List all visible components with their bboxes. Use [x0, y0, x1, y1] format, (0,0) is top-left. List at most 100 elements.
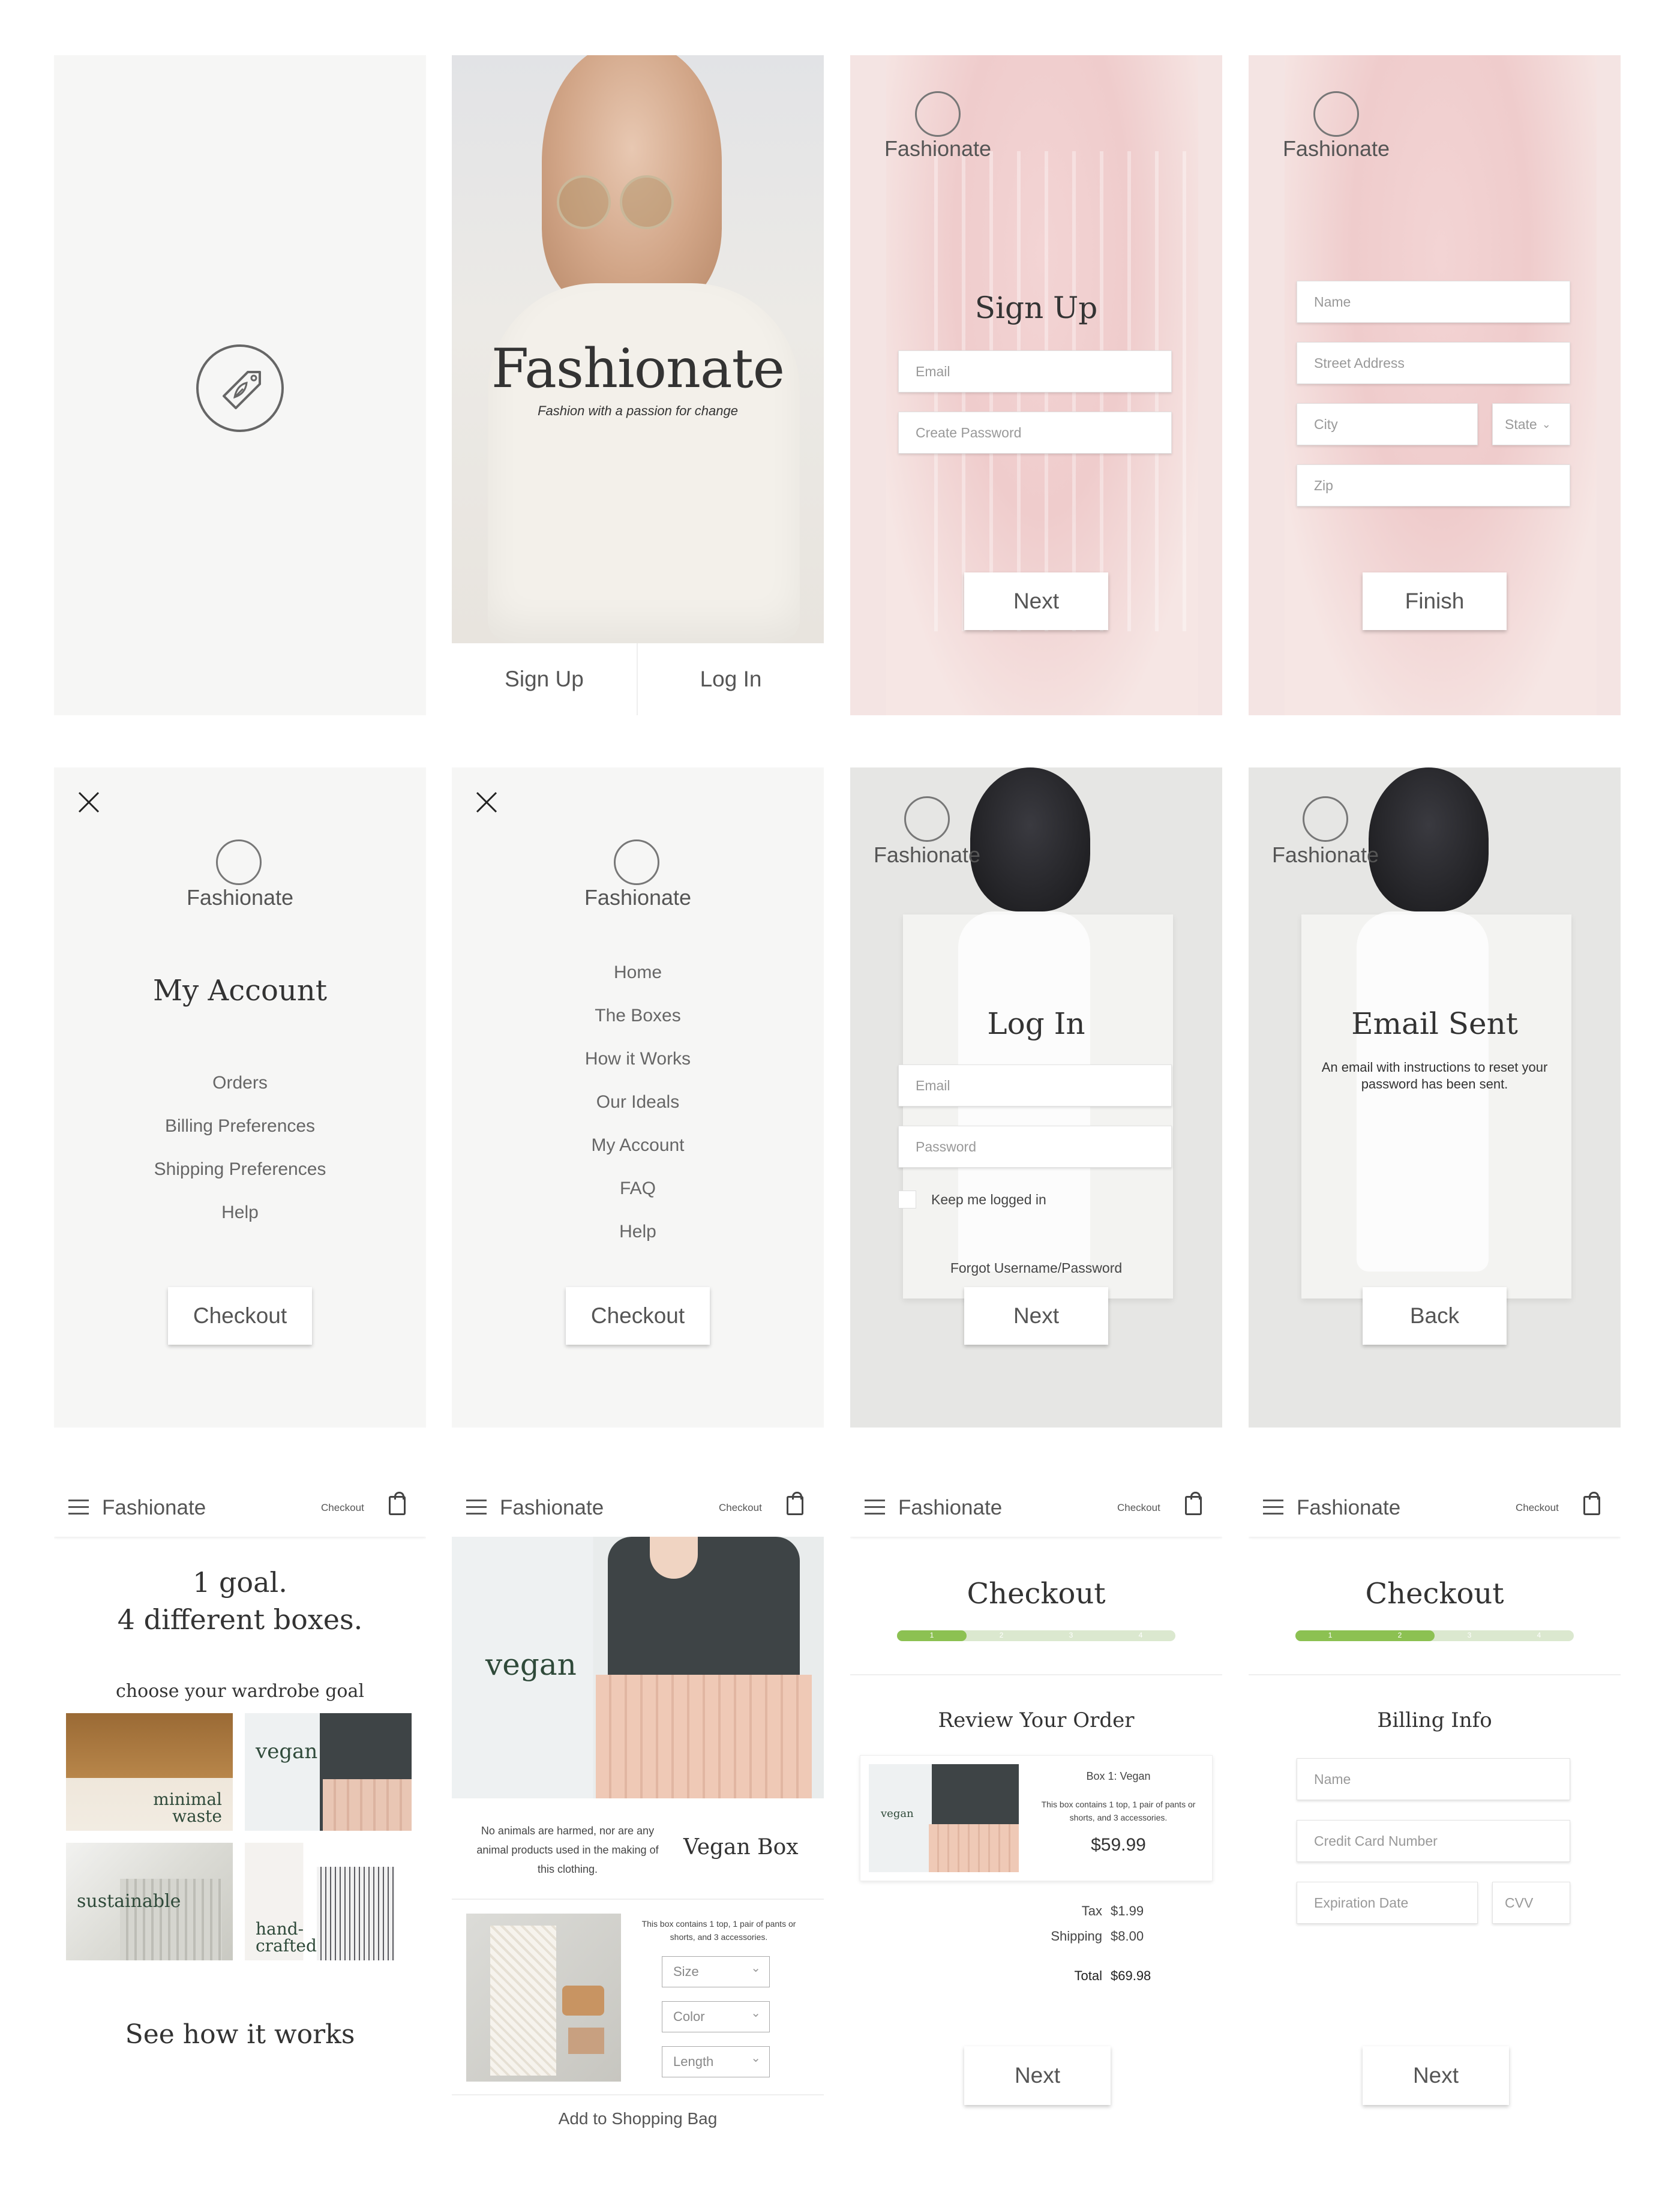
hamburger-menu-icon[interactable]	[1263, 1500, 1283, 1515]
menu-item-my-account[interactable]: My Account	[452, 1124, 824, 1167]
next-button[interactable]: Next	[964, 572, 1108, 630]
menu-item-help[interactable]: Help	[54, 1191, 426, 1234]
signup-screen: Fashionate Sign Up Email Create Password…	[850, 55, 1222, 715]
menu-item-billing[interactable]: Billing Preferences	[54, 1105, 426, 1148]
logo-icon	[904, 796, 950, 842]
box-contents-text: This box contains 1 top, 1 pair of pants…	[641, 1919, 796, 1942]
checkout-review-screen: Fashionate Checkout Checkout 1 2 3 4 Rev…	[850, 1479, 1222, 2139]
billing-section-title: Billing Info	[1377, 1708, 1492, 1732]
forgot-password-link[interactable]: Forgot Username/Password	[850, 1260, 1222, 1276]
add-to-bag-button[interactable]: Add to Shopping Bag	[452, 2109, 824, 2128]
tax-value: $1.99	[1111, 1903, 1144, 1918]
signup-link[interactable]: Sign Up	[452, 643, 638, 715]
headline-line-1: 1 goal.	[193, 1566, 287, 1599]
step-1: 1	[1328, 1631, 1333, 1639]
street-address-input[interactable]: Street Address	[1297, 342, 1570, 384]
shopping-bag-icon[interactable]	[787, 1492, 803, 1515]
logo-text: Fashionate	[186, 885, 294, 910]
login-link[interactable]: Log In	[638, 643, 824, 715]
logo-text: Fashionate	[1297, 1496, 1401, 1519]
state-label: State	[1505, 416, 1537, 432]
create-password-input[interactable]: Create Password	[898, 412, 1172, 454]
tile-vegan[interactable]: vegan	[245, 1713, 412, 1831]
checkout-button[interactable]: Checkout	[566, 1287, 710, 1345]
step-4: 4	[1537, 1631, 1541, 1639]
logo-text: Fashionate	[102, 1496, 206, 1519]
item-thumbnail: vegan	[869, 1764, 1019, 1872]
login-screen: Fashionate Log In Email Password Keep me…	[850, 767, 1222, 1428]
city-input[interactable]: City	[1297, 403, 1478, 445]
checkout-title: Checkout	[967, 1577, 1106, 1611]
logo-text: Fashionate	[584, 885, 692, 910]
item-name: Box 1: Vegan	[1086, 1770, 1151, 1782]
back-button[interactable]: Back	[1363, 1287, 1507, 1345]
brand-title: Fashionate	[491, 337, 785, 400]
address-screen: Fashionate Name Street Address City Stat…	[1249, 55, 1621, 715]
divider	[452, 1899, 824, 1900]
next-button[interactable]: Next	[1363, 2046, 1509, 2105]
tile-minimal-waste[interactable]: minimal waste	[66, 1713, 233, 1831]
zip-input[interactable]: Zip	[1297, 464, 1570, 506]
model-photo	[970, 767, 1090, 911]
login-title: Log In	[987, 1006, 1085, 1041]
menu-item-faq[interactable]: FAQ	[452, 1167, 824, 1210]
boxes-screen: Fashionate Checkout 1 goal. 4 different …	[54, 1479, 426, 2139]
menu-item-our-ideals[interactable]: Our Ideals	[452, 1081, 824, 1124]
main-menu-list: Home The Boxes How it Works Our Ideals M…	[452, 951, 824, 1254]
length-dropdown[interactable]: Length	[662, 2046, 770, 2077]
header-checkout-link[interactable]: Checkout	[321, 1502, 364, 1514]
menu-item-the-boxes[interactable]: The Boxes	[452, 994, 824, 1037]
close-icon[interactable]	[77, 790, 101, 814]
checkout-title: Checkout	[1365, 1577, 1504, 1611]
divider	[1249, 1674, 1621, 1675]
close-icon[interactable]	[475, 790, 499, 814]
expiration-date-input[interactable]: Expiration Date	[1297, 1882, 1478, 1924]
step-1: 1	[929, 1631, 934, 1639]
size-dropdown[interactable]: Size	[662, 1956, 770, 1987]
shopping-bag-icon[interactable]	[389, 1492, 406, 1515]
next-button[interactable]: Next	[964, 1287, 1108, 1345]
menu-item-help[interactable]: Help	[452, 1210, 824, 1254]
hero-label: vegan	[485, 1647, 577, 1682]
vegan-box-screen: Fashionate Checkout vegan No animals are…	[452, 1479, 824, 2139]
hamburger-menu-icon[interactable]	[68, 1500, 89, 1515]
order-item-card: vegan Box 1: Vegan This box contains 1 t…	[860, 1755, 1213, 1881]
tile-sustainable[interactable]: sustainable	[66, 1843, 233, 1960]
hamburger-menu-icon[interactable]	[865, 1500, 885, 1515]
shopping-bag-icon[interactable]	[1583, 1492, 1600, 1515]
cvv-input[interactable]: CVV	[1492, 1882, 1570, 1924]
credit-card-input[interactable]: Credit Card Number	[1297, 1820, 1570, 1862]
header-checkout-link[interactable]: Checkout	[1117, 1502, 1160, 1514]
chevron-down-icon: ⌄	[1541, 418, 1551, 430]
keep-logged-in-checkbox[interactable]	[898, 1191, 916, 1209]
menu-item-home[interactable]: Home	[452, 951, 824, 994]
password-input[interactable]: Password	[898, 1126, 1172, 1168]
email-input[interactable]: Email	[898, 1064, 1172, 1107]
see-how-it-works-link[interactable]: See how it works	[54, 2019, 426, 2050]
hamburger-menu-icon[interactable]	[466, 1500, 487, 1515]
vegan-box-title: Vegan Box	[683, 1835, 799, 1860]
menu-item-orders[interactable]: Orders	[54, 1061, 426, 1105]
item-price: $59.99	[1091, 1835, 1146, 1855]
header-checkout-link[interactable]: Checkout	[1516, 1502, 1559, 1514]
color-dropdown[interactable]: Color	[662, 2001, 770, 2032]
finish-button[interactable]: Finish	[1363, 572, 1507, 630]
header-checkout-link[interactable]: Checkout	[719, 1502, 762, 1514]
menu-item-how-it-works[interactable]: How it Works	[452, 1037, 824, 1081]
brand-tagline: Fashion with a passion for change	[538, 403, 738, 418]
email-input[interactable]: Email	[898, 350, 1172, 392]
progress-fill	[1295, 1630, 1435, 1641]
state-select[interactable]: State ⌄	[1492, 403, 1570, 445]
tile-hand-crafted[interactable]: hand-crafted	[245, 1843, 412, 1960]
name-input[interactable]: Name	[1297, 1758, 1570, 1800]
name-input[interactable]: Name	[1297, 281, 1570, 323]
next-button[interactable]: Next	[964, 2046, 1111, 2105]
logo-text: Fashionate	[898, 1496, 1003, 1519]
shopping-bag-icon[interactable]	[1185, 1492, 1202, 1515]
shipping-value: $8.00	[1111, 1929, 1144, 1944]
menu-item-shipping[interactable]: Shipping Preferences	[54, 1148, 426, 1191]
total-label: Total	[1074, 1968, 1102, 1983]
checkout-button[interactable]: Checkout	[168, 1287, 312, 1345]
account-menu-screen: Fashionate My Account Orders Billing Pre…	[54, 767, 426, 1428]
tile-label: sustainable	[77, 1891, 181, 1912]
